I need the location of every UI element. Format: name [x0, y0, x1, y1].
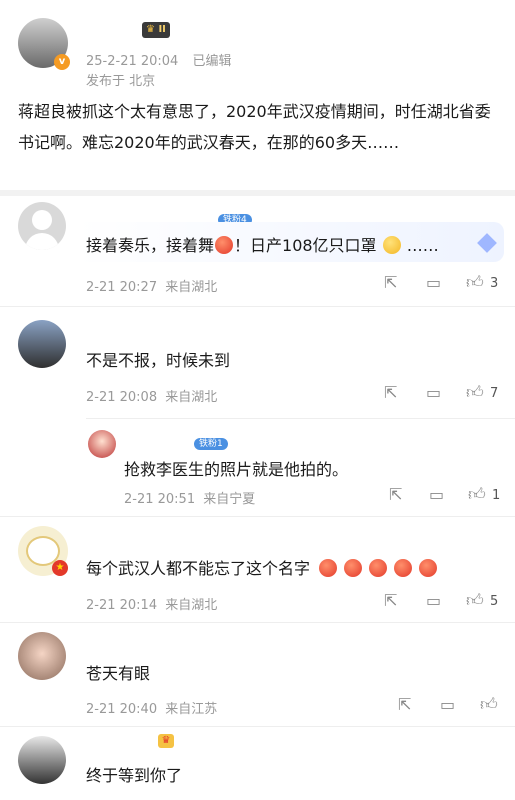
crown-icon: ♛ — [146, 24, 155, 35]
angry-emoji-icon — [419, 559, 438, 577]
comment-meta: 2-21 20:40 来自江苏 — [86, 702, 218, 717]
thumbs-up-icon[interactable]: 👍︎ — [466, 382, 484, 403]
comment-separator — [0, 306, 515, 307]
angry-emoji-icon — [369, 559, 388, 577]
comment-avatar[interactable] — [18, 736, 66, 784]
share-icon[interactable]: ⇱ — [384, 383, 397, 402]
angry-emoji-icon — [215, 236, 234, 254]
post-meta: 25-2-21 20:04 已编辑 — [86, 50, 232, 69]
comment-meta: 2-21 20:27 来自湖北 — [86, 280, 218, 295]
share-icon[interactable]: ⇱ — [389, 485, 402, 504]
post-time: 25-2-21 20:04 — [86, 54, 179, 69]
comment-text: 苍天有眼 — [86, 664, 151, 683]
thumbs-up-icon[interactable]: 👍︎ — [466, 590, 484, 611]
edited-label[interactable]: 已编辑 — [192, 54, 231, 69]
comment-icon[interactable]: ▭ — [426, 591, 441, 610]
author-name-blurred[interactable] — [86, 22, 136, 34]
reply-separator — [86, 418, 515, 419]
comment-separator — [0, 622, 515, 623]
thumbs-up-icon[interactable]: 👍︎ — [480, 694, 498, 715]
red-star-badge-icon: ★ — [52, 560, 68, 576]
comment-icon[interactable]: ▭ — [429, 485, 444, 504]
angry-emoji-icon — [344, 559, 363, 577]
comment-icon[interactable]: ▭ — [440, 695, 455, 714]
like-count: 5 — [490, 594, 499, 609]
level-badge: ♛ II — [142, 22, 170, 38]
comment-icon[interactable]: ▭ — [426, 383, 441, 402]
comment-avatar[interactable] — [18, 202, 66, 250]
comment-meta: 2-21 20:08 来自湖北 — [86, 390, 218, 405]
like-count: 1 — [492, 488, 501, 503]
comment-text: 不是不报，时候未到 — [86, 351, 231, 370]
like-count: 7 — [490, 386, 499, 401]
comment-text: 接着奏乐，接着舞 ！日产108亿只口罩 …… — [86, 236, 439, 255]
reply-meta: 2-21 20:51 来自宁夏 — [124, 492, 256, 507]
like-count: 3 — [490, 276, 499, 291]
comment-avatar[interactable] — [18, 320, 66, 368]
section-divider — [0, 190, 515, 196]
comment-text: 每个武汉人都不能忘了这个名字 — [86, 555, 438, 579]
comment-icon[interactable]: ▭ — [426, 273, 441, 292]
angry-emoji-icon — [319, 559, 338, 577]
comment-avatar[interactable] — [18, 632, 66, 680]
post-location: 发布于 北京 — [86, 74, 156, 89]
verified-badge: v — [54, 54, 70, 70]
fan-badge: 铁粉1 — [194, 431, 228, 450]
comment-separator — [0, 726, 515, 727]
angry-emoji-icon — [394, 559, 413, 577]
post-body: 蒋超良被抓这个太有意思了，2020年武汉疫情期间，时任湖北省委书记啊。难忘202… — [18, 102, 491, 152]
comment-meta: 2-21 20:14 来自湖北 — [86, 598, 218, 613]
share-icon[interactable]: ⇱ — [398, 695, 411, 714]
crown-badge-icon: ♛ — [158, 734, 174, 748]
share-icon[interactable]: ⇱ — [384, 591, 397, 610]
thumbs-up-icon[interactable]: 👍︎ — [466, 272, 484, 293]
comment-separator — [0, 516, 515, 517]
comment-text: 终于等到你了 — [86, 766, 183, 785]
reply-text: 抢救李医生的照片就是他拍的。 — [124, 460, 349, 479]
thumbs-up-icon[interactable]: 👍︎ — [468, 484, 486, 505]
share-icon[interactable]: ⇱ — [384, 273, 397, 292]
thinking-emoji-icon — [382, 236, 401, 254]
reply-avatar[interactable] — [88, 430, 116, 458]
